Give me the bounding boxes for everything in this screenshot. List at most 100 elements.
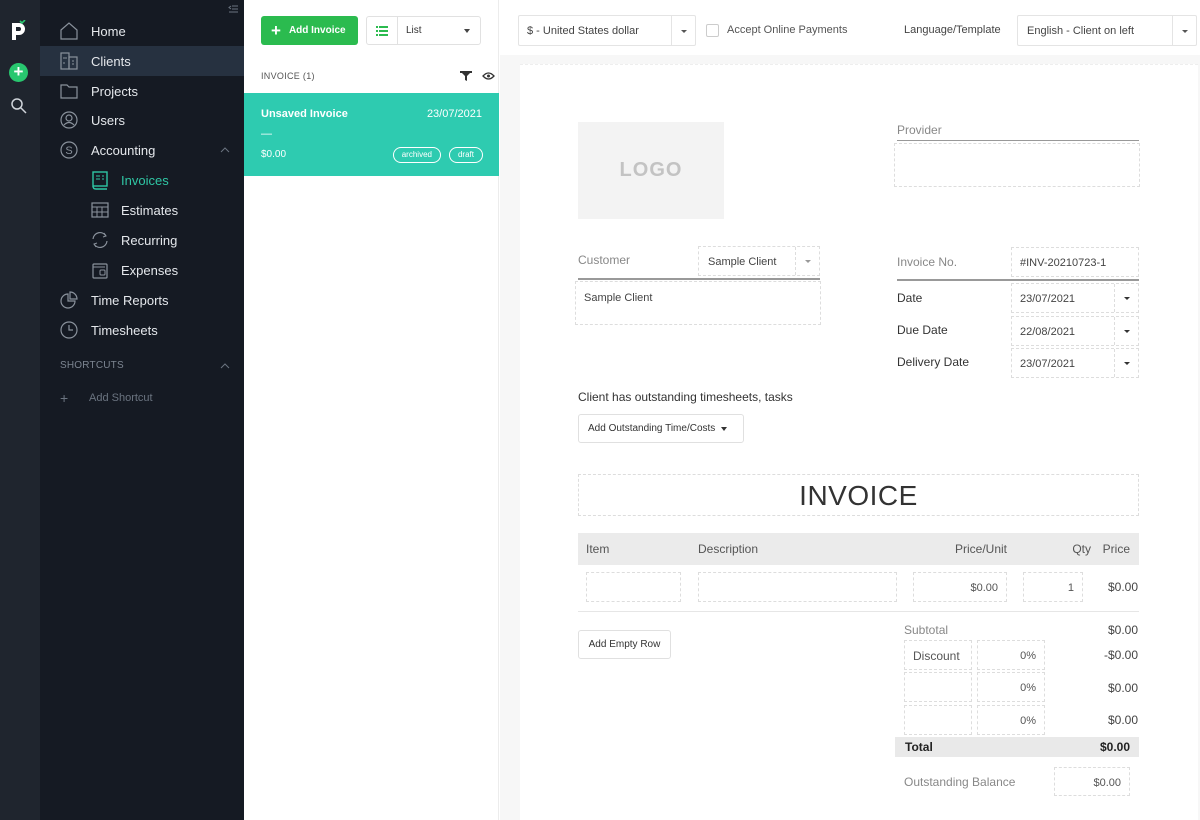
invoice-list-item[interactable]: Unsaved Invoice 23/07/2021 — $0.00 archi… (244, 93, 499, 176)
language-dropdown-button[interactable] (1172, 16, 1196, 45)
collapse-sidebar-icon[interactable] (228, 4, 238, 14)
list-header: INVOICE (1) (261, 71, 315, 81)
adjustment-name-input[interactable]: Discount (904, 640, 972, 670)
refresh-icon (92, 231, 108, 249)
status-badge-archived: archived (392, 147, 441, 163)
app: + Home Clients Projects Users S Accounti… (0, 0, 1200, 820)
divider (578, 611, 1139, 612)
sidebar-item-home[interactable]: Home (40, 16, 244, 46)
description-input[interactable] (698, 572, 897, 602)
caret-down-icon (804, 260, 811, 263)
adjustment-percent-input[interactable]: 0% (977, 705, 1045, 735)
accept-online-payments-checkbox[interactable] (706, 24, 719, 37)
customer-details-field[interactable]: Sample Client (575, 281, 821, 325)
qty-input[interactable]: 1 (1023, 572, 1083, 602)
date-dropdown-button[interactable] (1114, 284, 1138, 312)
plus-icon: + (271, 21, 281, 40)
add-invoice-button[interactable]: + Add Invoice (261, 16, 358, 45)
invoice-title: Unsaved Invoice (261, 108, 348, 120)
column-header-item: Item (586, 542, 610, 556)
language-template-label: Language/Template (904, 24, 1001, 36)
divider (578, 278, 820, 280)
date-field[interactable]: 23/07/2021 (1011, 283, 1139, 313)
currency-value: $ - United States dollar (527, 24, 639, 37)
view-mode-select[interactable]: List (366, 16, 481, 45)
chevron-up-icon[interactable] (220, 146, 230, 154)
building-icon (60, 52, 78, 70)
sidebar-item-clients[interactable]: Clients (40, 46, 244, 76)
caret-down-icon (1181, 29, 1188, 33)
line-items-header: Item Description Price/Unit Qty Price (578, 533, 1139, 565)
provider-field[interactable] (894, 143, 1140, 187)
invoice-list-panel: + Add Invoice List INVOICE (1) Unsaved I… (244, 0, 499, 820)
adjustment-name-input[interactable] (904, 672, 972, 702)
filter-icon[interactable] (460, 70, 472, 82)
add-empty-row-button[interactable]: Add Empty Row (578, 630, 671, 659)
due-date-dropdown-button[interactable] (1114, 317, 1138, 345)
customer-select[interactable]: Sample Client (698, 246, 820, 276)
sidebar-item-invoices[interactable]: Invoices (40, 165, 244, 195)
line-price: $0.00 (1107, 580, 1138, 594)
currency-dropdown-button[interactable] (671, 16, 695, 45)
sidebar-item-label: Users (91, 112, 125, 128)
app-logo-icon[interactable] (9, 20, 29, 42)
sidebar-item-label: Invoices (121, 172, 169, 188)
caret-down-icon (1123, 297, 1130, 300)
delivery-date-field[interactable]: 23/07/2021 (1011, 348, 1139, 378)
sidebar-item-expenses[interactable]: Expenses (40, 255, 244, 285)
invoice-title-field[interactable]: INVOICE (578, 474, 1139, 516)
due-date-label: Due Date (897, 323, 948, 337)
outstanding-balance-field[interactable]: $0.00 (1054, 767, 1130, 796)
logo-upload[interactable]: LOGO (578, 122, 724, 219)
sidebar-item-label: Accounting (91, 142, 156, 158)
sidebar-item-label: Home (91, 23, 126, 39)
eye-icon[interactable] (482, 71, 495, 81)
language-template-select[interactable]: English - Client on left (1017, 15, 1197, 46)
adjustment-amount: -$0.00 (1103, 648, 1138, 662)
sidebar-item-time-reports[interactable]: Time Reports (40, 285, 244, 315)
sidebar-item-timesheets[interactable]: Timesheets (40, 315, 244, 345)
sidebar-item-users[interactable]: Users (40, 105, 244, 135)
sidebar-item-estimates[interactable]: Estimates (40, 195, 244, 225)
sidebar-item-recurring[interactable]: Recurring (40, 225, 244, 255)
sidebar-item-label: Expenses (121, 262, 179, 278)
customer-details-value: Sample Client (584, 292, 653, 304)
sidebar-item-label: Time Reports (91, 292, 169, 308)
adjustment-percent-input[interactable]: 0% (977, 640, 1045, 670)
price-unit-input[interactable]: $0.00 (913, 572, 1007, 602)
customer-dropdown-button[interactable] (795, 247, 819, 275)
add-outstanding-time-label: Add Outstanding Time/Costs (588, 423, 716, 434)
search-icon[interactable] (10, 97, 28, 115)
quick-add-icon[interactable]: + (9, 63, 28, 82)
caret-down-icon (1123, 362, 1130, 365)
currency-select[interactable]: $ - United States dollar (518, 15, 696, 46)
caret-down-icon (464, 29, 470, 33)
add-outstanding-time-button[interactable]: Add Outstanding Time/Costs (578, 414, 744, 443)
delivery-date-dropdown-button[interactable] (1114, 349, 1138, 377)
adjustment-name-input[interactable] (904, 705, 972, 735)
invoice-no-value: #INV-20210723-1 (1020, 257, 1107, 269)
add-shortcut-label: Add Shortcut (89, 392, 153, 404)
sidebar-item-label: Clients (91, 53, 131, 69)
customer-select-value: Sample Client (708, 256, 777, 268)
column-header-price-unit: Price/Unit (954, 542, 1007, 556)
plus-icon: + (60, 390, 69, 406)
add-shortcut-button[interactable]: + Add Shortcut (60, 390, 153, 406)
invoice-no-field[interactable]: #INV-20210723-1 (1011, 247, 1139, 277)
sidebar-item-label: Projects (91, 83, 138, 99)
status-badges: archived draft (392, 147, 483, 163)
due-date-value: 22/08/2021 (1020, 326, 1076, 338)
total-label: Total (905, 740, 933, 754)
sidebar-item-accounting[interactable]: S Accounting (40, 135, 244, 165)
due-date-field[interactable]: 22/08/2021 (1011, 316, 1139, 346)
view-mode-value: List (406, 25, 422, 36)
invoice-icon (92, 171, 108, 190)
sidebar-item-projects[interactable]: Projects (40, 76, 244, 106)
table-icon (91, 202, 109, 218)
subtotal-value: $0.00 (1107, 623, 1138, 637)
adjustment-percent-input[interactable]: 0% (977, 672, 1045, 702)
home-icon (60, 22, 78, 40)
invoice-no-label: Invoice No. (897, 255, 958, 269)
item-input[interactable] (586, 572, 681, 602)
chevron-up-icon[interactable] (220, 362, 230, 370)
